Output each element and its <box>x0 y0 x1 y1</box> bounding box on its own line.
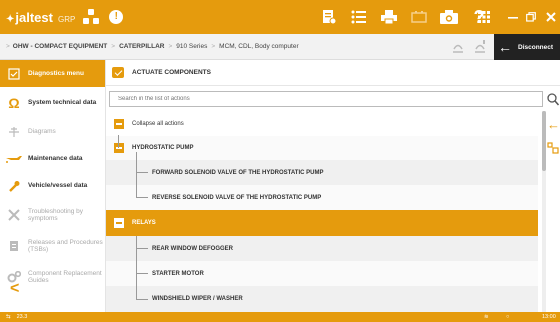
ecu-icon[interactable] <box>474 40 486 55</box>
arrow-left-icon: ← <box>498 39 512 55</box>
wrench-icon <box>6 179 22 193</box>
network-icon[interactable] <box>83 9 100 25</box>
breadcrumb-item[interactable]: MCM, CDL, Body computer <box>219 43 298 50</box>
action-row[interactable]: WINDSHIELD WIPER / WASHER <box>106 286 538 312</box>
status-bar: ⇆ 23.3 ≋ ○ 13:00 <box>0 312 560 322</box>
sidebar-item-releases[interactable]: Releases and Procedures (TSBs) <box>0 230 105 261</box>
collapse-icon <box>114 119 124 129</box>
actuate-components-panel: ACTUATE COMPONENTS Collapse all actions … <box>106 60 560 312</box>
document-icon <box>6 239 22 253</box>
close-icon[interactable] <box>540 0 560 34</box>
omega-icon: Ω <box>8 94 20 111</box>
sidebar-item-troubleshooting[interactable]: Troubleshooting by symptoms <box>0 199 105 230</box>
disconnect-button[interactable]: ← Disconnect <box>494 34 560 60</box>
sidebar-item-diagrams[interactable]: Diagrams <box>0 118 105 145</box>
apps-grid-icon[interactable] <box>473 0 495 34</box>
flash-icon[interactable] <box>452 40 464 55</box>
tree-connector <box>136 273 148 274</box>
jaltest-logo: ✦ jaltest GRP <box>6 9 76 25</box>
search-input[interactable] <box>109 91 543 107</box>
restore-button[interactable] <box>520 0 542 34</box>
printer-icon[interactable] <box>378 0 400 34</box>
collapse-all-row[interactable]: Collapse all actions <box>106 113 538 135</box>
tree-connector <box>136 299 148 300</box>
diagram-icon <box>6 125 22 139</box>
tree-connector <box>118 135 119 148</box>
action-row[interactable]: REAR WINDOW DEFOGGER <box>106 236 538 261</box>
sidebar-item-system-technical-data[interactable]: Ω System technical data <box>0 87 105 118</box>
group-row-relays[interactable]: RELAYS <box>106 210 538 236</box>
clock-time: 13:00 <box>542 314 556 320</box>
actuate-icon <box>112 67 124 78</box>
tree-connector <box>136 152 137 198</box>
breadcrumb: > OHW - COMPACT EQUIPMENT > CATERPILLAR … <box>0 34 560 60</box>
tree-connector <box>136 248 148 249</box>
wifi-icon: ≋ <box>484 314 489 320</box>
tools-icon <box>6 208 22 222</box>
sidebar: Diagnostics menu Ω System technical data… <box>0 60 106 312</box>
breadcrumb-item[interactable]: CATERPILLAR <box>119 43 164 50</box>
diagnostics-icon <box>6 67 22 81</box>
camera-icon[interactable] <box>438 0 460 34</box>
search-icon[interactable] <box>546 89 560 109</box>
battery-icon[interactable] <box>408 0 430 34</box>
alert-icon[interactable]: ! <box>109 10 124 24</box>
oil-can-icon <box>6 152 22 166</box>
collapse-group-icon <box>114 143 124 153</box>
back-chevron-icon[interactable]: < <box>10 280 19 298</box>
panel-title: ACTUATE COMPONENTS <box>132 69 211 76</box>
report-icon[interactable] <box>318 0 340 34</box>
breadcrumb-item[interactable]: 910 Series <box>176 43 207 50</box>
actions-tree: Collapse all actions HYDROSTATIC PUMP FO… <box>106 111 538 312</box>
arrow-left-icon[interactable]: ← <box>547 117 560 132</box>
action-row[interactable]: FORWARD SOLENOID VALVE OF THE HYDROSTATI… <box>106 160 538 185</box>
breadcrumb-item[interactable]: OHW - COMPACT EQUIPMENT <box>13 43 108 50</box>
chevron-right-icon: > <box>6 43 10 50</box>
search-status-icon: ○ <box>506 314 510 320</box>
sidebar-item-maintenance-data[interactable]: Maintenance data <box>0 145 105 172</box>
action-row[interactable]: REVERSE SOLENOID VALVE OF THE HYDROSTATI… <box>106 185 538 210</box>
action-row[interactable]: STARTER MOTOR <box>106 261 538 286</box>
status-text: 23.3 <box>16 314 28 320</box>
tree-connector <box>136 172 148 173</box>
collapse-group-icon <box>114 218 124 228</box>
panel-header: ACTUATE COMPONENTS <box>106 60 560 86</box>
group-row-hydrostatic-pump[interactable]: HYDROSTATIC PUMP <box>106 136 538 160</box>
sidebar-item-diagnostics-menu[interactable]: Diagnostics menu <box>0 60 105 87</box>
tree-connector <box>136 236 137 300</box>
right-rail: ← <box>546 111 560 312</box>
tree-connector <box>136 197 148 198</box>
top-toolbar: ✦ jaltest GRP ! ? <box>0 0 560 34</box>
list-icon[interactable] <box>348 0 370 34</box>
connection-icon: ⇆ <box>6 314 11 320</box>
filter-icon[interactable] <box>547 141 559 159</box>
sidebar-item-vehicle-vessel-data[interactable]: Vehicle/vessel data <box>0 172 105 199</box>
